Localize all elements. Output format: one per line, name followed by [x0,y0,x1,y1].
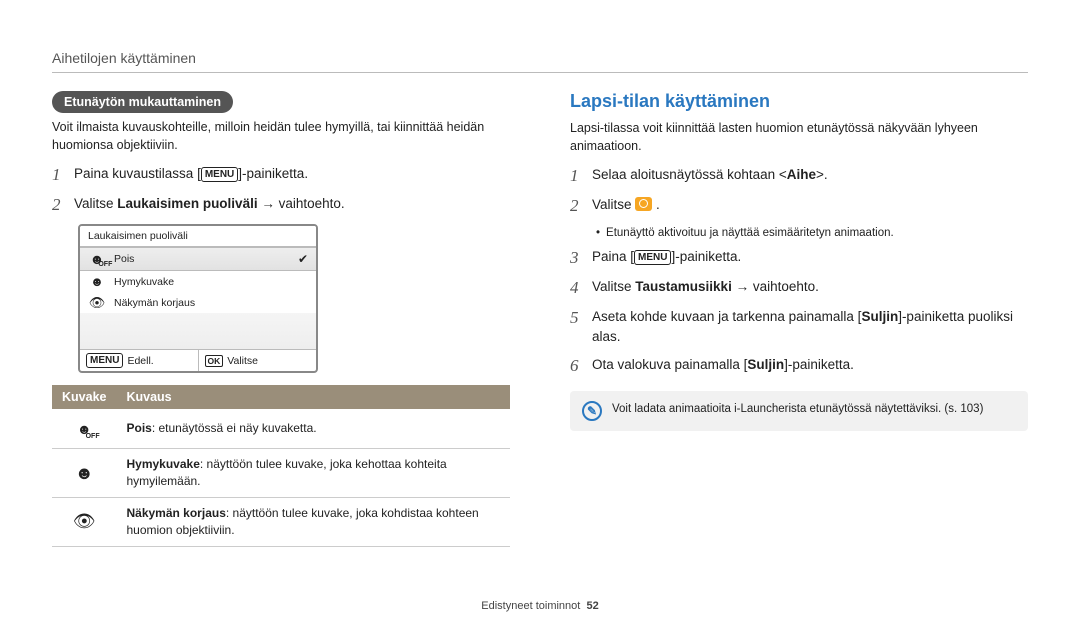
step-text: Aseta kohde kuvaan ja tarkenna painamall… [592,307,1028,346]
info-box: ✎ Voit ladata animaatioita i-Launcherist… [570,391,1028,431]
menu-badge-icon: MENU [634,250,671,265]
right-column: Lapsi-tilan käyttäminen Lapsi-tilassa vo… [570,91,1028,547]
step-3: 3 Paina [MENU]-painiketta. [570,247,1028,269]
bold-text: Laukaisimen puoliväli [117,196,257,211]
step-number: 5 [570,307,592,329]
step-4: 4 Valitse Taustamusiikki → vaihtoehto. [570,277,1028,299]
check-icon: ✔ [298,252,308,266]
step-text: Valitse Laukaisimen puoliväli → vaihtoeh… [74,194,345,214]
mock-list: ☻OFF Pois ✔ ☻ Hymykuvake 👁 Näkymän korja… [80,247,316,313]
mock-row-selected[interactable]: ☻OFF Pois ✔ [80,247,316,271]
mock-row[interactable]: 👁 Näkymän korjaus [80,292,316,313]
text: → vaihtoehto. [258,196,345,211]
breadcrumb: Aihetilojen käyttäminen [52,50,1028,66]
mock-row-label: Pois [114,253,290,265]
text: Valitse [74,196,117,211]
step-number: 4 [570,277,592,299]
text: → vaihtoehto. [732,279,819,294]
mock-row[interactable]: ☻ Hymykuvake [80,271,316,292]
text: Valitse [592,279,635,294]
bold-text: Taustamusiikki [635,279,732,294]
footer-page: 52 [586,600,598,612]
step-text: Paina kuvaustilassa [MENU]-painiketta. [74,164,308,184]
text: Valitse [592,197,635,212]
cell-desc: Näkymän korjaus: näyttöön tulee kuvake, … [116,497,510,546]
info-text: Voit ladata animaatioita i-Launcherista … [612,401,983,417]
mock-row-label: Hymykuvake [114,276,308,288]
ok-badge-icon: OK [205,355,224,367]
step-1: 1 Selaa aloitusnäytössä kohtaan <Aihe>. [570,165,1028,187]
bold-text: Suljin [861,309,898,324]
bold-text: Pois [126,421,151,435]
step-2-bullet: • Etunäyttö aktivoituu ja näyttää esimää… [596,225,1028,241]
text: ]-painiketta. [671,249,741,264]
mode-chip-icon [635,197,652,211]
cell-icon: ☻OFF [52,409,116,449]
text: ]-painiketta. [784,357,854,372]
cell-desc: Hymykuvake: näyttöön tulee kuvake, joka … [116,449,510,498]
eye-icon: 👁 [88,296,106,309]
mock-back-label: Edell. [127,355,153,367]
table-header-icon: Kuvake [52,385,116,409]
page-footer: Edistyneet toiminnot 52 [0,600,1080,612]
step-text: Paina [MENU]-painiketta. [592,247,741,267]
cell-desc: Pois: etunäytössä ei näy kuvaketta. [116,409,510,449]
step-text: Valitse Taustamusiikki → vaihtoehto. [592,277,819,297]
menu-badge-icon: MENU [201,167,238,182]
intro-text: Voit ilmaista kuvauskohteille, milloin h… [52,119,510,154]
left-column: Etunäytön mukauttaminen Voit ilmaista ku… [52,91,510,547]
step-number: 3 [570,247,592,269]
bullet-icon: • [596,225,600,241]
mock-ok-button[interactable]: OK Valitse [198,350,317,371]
table-row: ☻OFF Pois: etunäytössä ei näy kuvaketta. [52,409,510,449]
footer-label: Edistyneet toiminnot [481,600,580,612]
section-heading: Lapsi-tilan käyttäminen [570,91,1028,112]
step-2: 2 Valitse . [570,195,1028,217]
mock-ok-label: Valitse [227,355,258,367]
step-6: 6 Ota valokuva painamalla [Suljin]-paini… [570,355,1028,377]
step-number: 2 [52,194,74,216]
text: Paina kuvaustilassa [ [74,166,201,181]
cell-icon: ☻ [52,449,116,498]
top-divider [52,72,1028,73]
off-icon: ☻OFF [88,252,106,266]
menu-badge-icon: MENU [86,353,123,368]
bold-text: Suljin [747,357,784,372]
step-1: 1 Paina kuvaustilassa [MENU]-painiketta. [52,164,510,186]
step-text: Valitse . [592,195,660,215]
step-text: Selaa aloitusnäytössä kohtaan <Aihe>. [592,165,828,185]
text: Ota valokuva painamalla [ [592,357,747,372]
section-pill: Etunäytön mukauttaminen [52,91,233,113]
mock-title: Laukaisimen puoliväli [80,226,316,247]
intro-text: Lapsi-tilassa voit kiinnittää lasten huo… [570,120,1028,155]
table-row: ☻ Hymykuvake: näyttöön tulee kuvake, jok… [52,449,510,498]
step-2: 2 Valitse Laukaisimen puoliväli → vaihto… [52,194,510,216]
content-columns: Etunäytön mukauttaminen Voit ilmaista ku… [52,91,1028,547]
step-number: 2 [570,195,592,217]
mock-spacer [80,313,316,349]
text: : etunäytössä ei näy kuvaketta. [152,421,317,435]
step-text: Ota valokuva painamalla [Suljin]-painike… [592,355,854,375]
mock-back-button[interactable]: MENU Edell. [80,350,198,371]
bold-text: Näkymän korjaus [126,506,225,520]
info-icon: ✎ [582,401,602,421]
mock-row-label: Näkymän korjaus [114,297,308,309]
step-number: 1 [52,164,74,186]
step-5: 5 Aseta kohde kuvaan ja tarkenna painama… [570,307,1028,346]
cell-icon: 👁 [52,497,116,546]
icon-legend-table: Kuvake Kuvaus ☻OFF Pois: etunäytössä ei … [52,385,510,546]
bold-text: Hymykuvake [126,457,199,471]
bullet-text: Etunäyttö aktivoituu ja näyttää esimääri… [606,225,894,241]
step-number: 1 [570,165,592,187]
table-row: 👁 Näkymän korjaus: näyttöön tulee kuvake… [52,497,510,546]
text: ]-painiketta. [238,166,308,181]
step-number: 6 [570,355,592,377]
smiley-icon: ☻ [88,275,106,288]
text: Aseta kohde kuvaan ja tarkenna painamall… [592,309,861,324]
text: Paina [ [592,249,634,264]
mock-bottom-bar: MENU Edell. OK Valitse [80,349,316,371]
table-header-desc: Kuvaus [116,385,510,409]
camera-screen-mock: Laukaisimen puoliväli ☻OFF Pois ✔ ☻ Hymy… [78,224,318,373]
